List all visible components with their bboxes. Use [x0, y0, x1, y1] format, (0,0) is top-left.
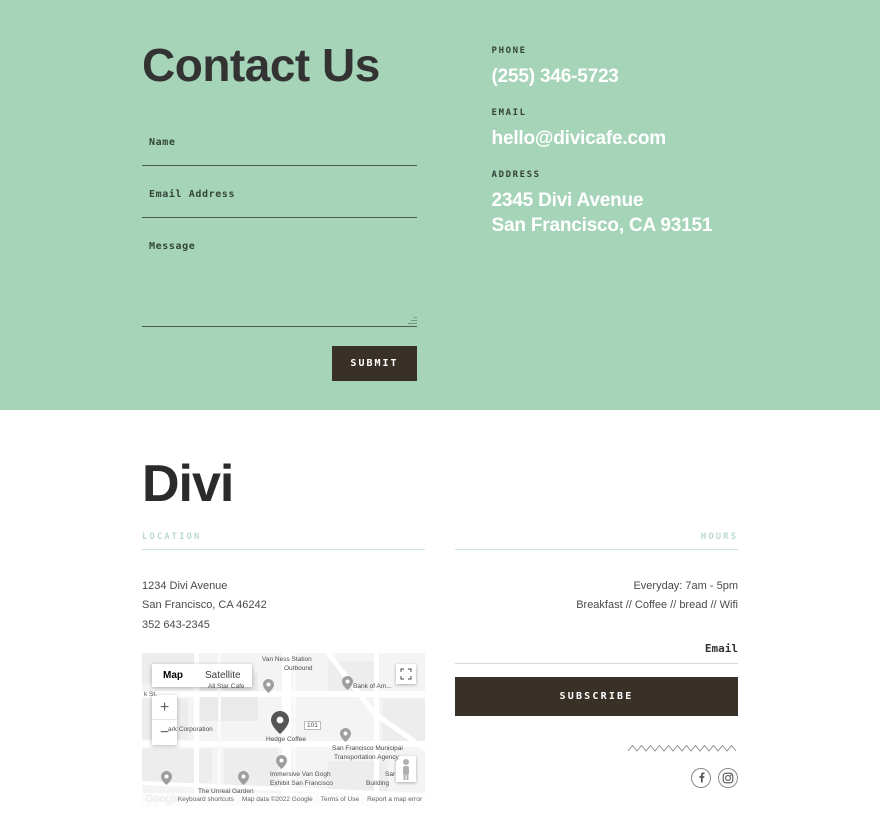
page-title: Contact Us [142, 39, 380, 91]
map-label-van-gogh-line1: Immersive Van Gogh [270, 770, 331, 778]
map-label-ark-corporation: ark Corporation [168, 725, 213, 733]
message-field-placeholder: Message [149, 240, 196, 252]
map-label-outbound: Outbound [284, 664, 313, 672]
name-field[interactable]: Name [142, 133, 417, 166]
map-pin-hedge-coffee[interactable] [271, 710, 289, 734]
hours-column: HOURS Everyday: 7am - 5pm Breakfast // C… [455, 532, 738, 806]
map-pin-bank-of-america[interactable] [342, 675, 353, 690]
map-pin-van-gogh[interactable] [276, 754, 287, 769]
submit-button[interactable]: SUBMIT [332, 345, 417, 381]
facebook-icon[interactable] [691, 767, 711, 788]
map-label-sfmta-line1: San Francisco Municipal [332, 744, 403, 752]
fullscreen-icon [400, 668, 412, 680]
map-label-k-st: k St. [144, 690, 158, 698]
message-field[interactable]: Message [142, 237, 417, 327]
address-line-2: San Francisco, CA 93151 [491, 215, 713, 237]
location-address: 1234 Divi Avenue San Francisco, CA 46242… [142, 577, 425, 635]
location-line-3: 352 643-2345 [142, 618, 210, 631]
phone-value[interactable]: (255) 346-5723 [492, 64, 742, 89]
map-type-map-button[interactable]: Map [152, 664, 194, 687]
address-block: ADDRESS 2345 Divi Avenue San Francisco, … [492, 170, 742, 238]
subscribe-email-placeholder: Email [704, 641, 738, 655]
contact-section: Contact Us Name Email Address Message SU… [0, 0, 880, 411]
phone-label: PHONE [491, 46, 527, 56]
zigzag-line-icon [627, 744, 737, 752]
google-map[interactable]: Map Satellite + − Keyboard shortcuts Map… [142, 652, 425, 806]
map-fullscreen-button[interactable] [396, 663, 416, 684]
pegman-icon [403, 758, 409, 780]
email-field-placeholder: Email Address [149, 188, 236, 200]
location-heading: LOCATION [142, 532, 425, 550]
zoom-in-button[interactable]: + [152, 695, 177, 720]
location-column: LOCATION 1234 Divi Avenue San Francisco,… [142, 532, 425, 806]
hours-text: Everyday: 7am - 5pm Breakfast // Coffee … [455, 577, 738, 616]
facebook-glyph-icon [698, 772, 705, 783]
hours-heading: HOURS [455, 532, 738, 550]
map-label-van-gogh-line2: Exhibit San Francisco [270, 779, 333, 787]
hours-line-1: Everyday: 7am - 5pm [633, 580, 738, 592]
contact-form-column: Contact Us Name Email Address Message SU… [142, 40, 417, 381]
email-label: EMAIL [491, 108, 527, 119]
phone-block: PHONE (255) 346-5723 [492, 46, 742, 89]
email-field[interactable]: Email Address [142, 185, 417, 218]
map-label-sfmta-line2: Transportation Agency [334, 753, 399, 761]
name-field-placeholder: Name [149, 136, 176, 148]
email-block: EMAIL hello@divicafe.com [492, 108, 742, 151]
subscribe-email-input[interactable]: Email [455, 639, 738, 664]
instagram-icon[interactable] [718, 767, 738, 788]
contact-details-column: PHONE (255) 346-5723 EMAIL hello@divicaf… [492, 40, 742, 381]
map-data-text: Map data ©2022 Google [241, 795, 313, 803]
address-label: ADDRESS [491, 170, 541, 181]
hours-line-2: Breakfast // Coffee // bread // Wifi [576, 599, 738, 612]
map-label-unreal-garden: The Unreal Garden [198, 787, 254, 795]
map-label-sar: Sar [385, 770, 396, 778]
map-label-hedge-coffee: Hedge Coffee [266, 735, 306, 743]
map-label-building: Building [366, 779, 390, 787]
textarea-resize-handle[interactable] [407, 316, 417, 325]
map-label-highway-101: 101 [304, 720, 321, 730]
map-pin-sf-mta[interactable] [340, 727, 351, 742]
zigzag-line-divider [455, 740, 738, 758]
subscribe-button[interactable]: SUBSCRIBE [455, 676, 738, 716]
keyboard-shortcuts-link[interactable]: Keyboard shortcuts [178, 796, 234, 803]
map-pin-unreal-garden[interactable] [238, 770, 249, 785]
address-value: 2345 Divi Avenue San Francisco, CA 93151 [492, 188, 742, 238]
map-pin-all-star-cafe[interactable] [263, 678, 274, 693]
map-zoom-controls[interactable]: + − [152, 694, 177, 745]
location-line-1: 1234 Divi Avenue [142, 580, 228, 592]
terms-of-use-link[interactable]: Terms of Use [321, 796, 359, 803]
map-label-van-ness-station: Van Ness Station [262, 655, 312, 663]
map-attribution-bar: Keyboard shortcuts Map data ©2022 Google… [142, 792, 425, 806]
map-pin-west[interactable] [161, 770, 172, 785]
instagram-glyph-icon [722, 772, 734, 783]
footer-section: Divi LOCATION 1234 Divi Avenue San Franc… [0, 410, 880, 813]
social-links [455, 767, 738, 788]
address-line-1: 2345 Divi Avenue [491, 190, 644, 212]
map-pegman-control[interactable] [396, 755, 416, 782]
map-label-all-star-cafe: All Star Cafe [208, 682, 245, 690]
email-value[interactable]: hello@divicafe.com [492, 126, 742, 151]
map-label-bank-of-america: Bank of Am... [353, 682, 392, 690]
location-line-2: San Francisco, CA 46242 [142, 599, 267, 612]
report-map-error-link[interactable]: Report a map error [367, 796, 422, 803]
brand-title: Divi [142, 455, 234, 513]
